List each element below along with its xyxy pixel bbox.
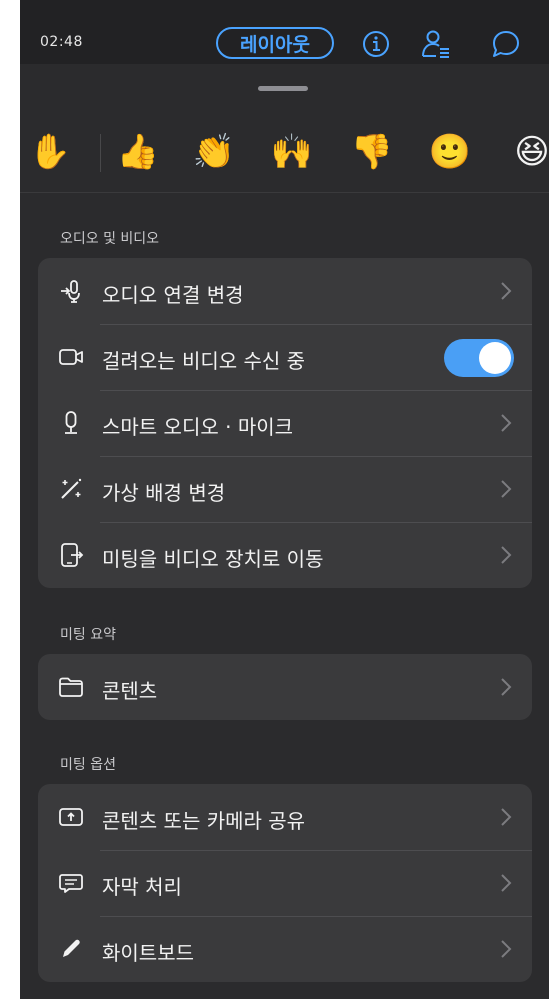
row-move-to-device[interactable]: 미팅을 비디오 장치로 이동: [38, 522, 532, 588]
row-change-audio[interactable]: 오디오 연결 변경: [38, 258, 532, 324]
video-camera-icon: [59, 349, 83, 365]
sheet-drag-handle[interactable]: [258, 86, 308, 91]
chat-icon[interactable]: [490, 28, 522, 60]
reaction-celebrate[interactable]: 🙌: [270, 130, 314, 174]
chevron-right-icon: [501, 546, 512, 564]
row-divider: [100, 522, 532, 523]
row-label: 오디오 연결 변경: [102, 283, 244, 307]
chevron-right-icon: [501, 874, 512, 892]
pencil-icon: [63, 939, 80, 957]
toggle-knob: [479, 342, 511, 374]
reaction-laugh[interactable]: 😆: [510, 130, 549, 174]
magic-wand-icon: [61, 478, 82, 499]
row-label: 미팅을 비디오 장치로 이동: [102, 547, 324, 571]
row-divider: [100, 390, 532, 391]
chevron-right-icon: [501, 678, 512, 696]
row-smart-audio[interactable]: 스마트 오디오 · 마이크: [38, 390, 532, 456]
section-title-options: 미팅 옵션: [60, 757, 116, 773]
row-share-content[interactable]: 콘텐츠 또는 카메라 공유: [38, 784, 532, 850]
layout-button[interactable]: 레이아웃: [216, 27, 334, 59]
row-label: 콘텐츠 또는 카메라 공유: [102, 809, 306, 833]
menu-sheet: ✋ 👍 👏 🙌 👎 🙂 😆 오디오 및 비디오 오디오 연결 변경 걸려오는 비…: [20, 64, 549, 999]
folder-icon: [59, 677, 83, 697]
row-label: 콘텐츠: [102, 679, 158, 703]
incoming-video-toggle[interactable]: [444, 339, 514, 377]
info-icon[interactable]: [360, 28, 392, 60]
reactions-divider: [100, 134, 101, 172]
chevron-right-icon: [501, 414, 512, 432]
reaction-thumbs-down[interactable]: 👎: [350, 130, 394, 174]
row-label: 화이트보드: [102, 941, 194, 965]
row-label: 가상 배경 변경: [102, 481, 226, 505]
participants-icon[interactable]: [420, 28, 452, 60]
row-divider: [100, 324, 532, 325]
phone-screen: 02:48 레이아웃 ✋ 👍 👏 🙌 👎 🙂 😆 오디오 및 비디오 오디오 연…: [20, 0, 549, 999]
chevron-right-icon: [501, 282, 512, 300]
group-summary: 콘텐츠: [38, 654, 532, 720]
chevron-right-icon: [501, 940, 512, 958]
row-divider: [100, 850, 532, 851]
row-captions[interactable]: 자막 처리: [38, 850, 532, 916]
share-screen-icon: [59, 808, 83, 826]
row-content[interactable]: 콘텐츠: [38, 654, 532, 720]
group-options: 콘텐츠 또는 카메라 공유 자막 처리 화이트보드: [38, 784, 532, 982]
row-label: 자막 처리: [102, 875, 182, 899]
row-incoming-video: 걸려오는 비디오 수신 중: [38, 324, 532, 390]
row-virtual-background[interactable]: 가상 배경 변경: [38, 456, 532, 522]
row-label: 스마트 오디오 · 마이크: [102, 415, 294, 439]
row-divider: [100, 456, 532, 457]
reaction-smile[interactable]: 🙂: [428, 130, 472, 174]
row-divider: [100, 916, 532, 917]
section-title-audio-video: 오디오 및 비디오: [60, 231, 160, 247]
reaction-raise-hand[interactable]: ✋: [28, 130, 72, 174]
row-label: 걸려오는 비디오 수신 중: [102, 349, 306, 373]
reactions-separator: [20, 192, 549, 193]
section-title-summary: 미팅 요약: [60, 627, 116, 643]
row-whiteboard[interactable]: 화이트보드: [38, 916, 532, 982]
chevron-right-icon: [501, 480, 512, 498]
reaction-clapping[interactable]: 👏: [192, 130, 236, 174]
status-time: 02:48: [40, 34, 83, 50]
microphone-icon: [65, 411, 77, 434]
audio-connect-icon: [61, 280, 80, 303]
captions-icon: [59, 874, 83, 893]
move-to-device-icon: [61, 543, 84, 567]
reactions-bar: ✋ 👍 👏 🙌 👎 🙂 😆: [20, 120, 549, 194]
top-bar: 02:48 레이아웃: [20, 0, 549, 64]
chevron-right-icon: [501, 808, 512, 826]
reaction-thumbs-up[interactable]: 👍: [116, 130, 160, 174]
group-audio-video: 오디오 연결 변경 걸려오는 비디오 수신 중 스마트 오디오 · 마이크 가상…: [38, 258, 532, 588]
